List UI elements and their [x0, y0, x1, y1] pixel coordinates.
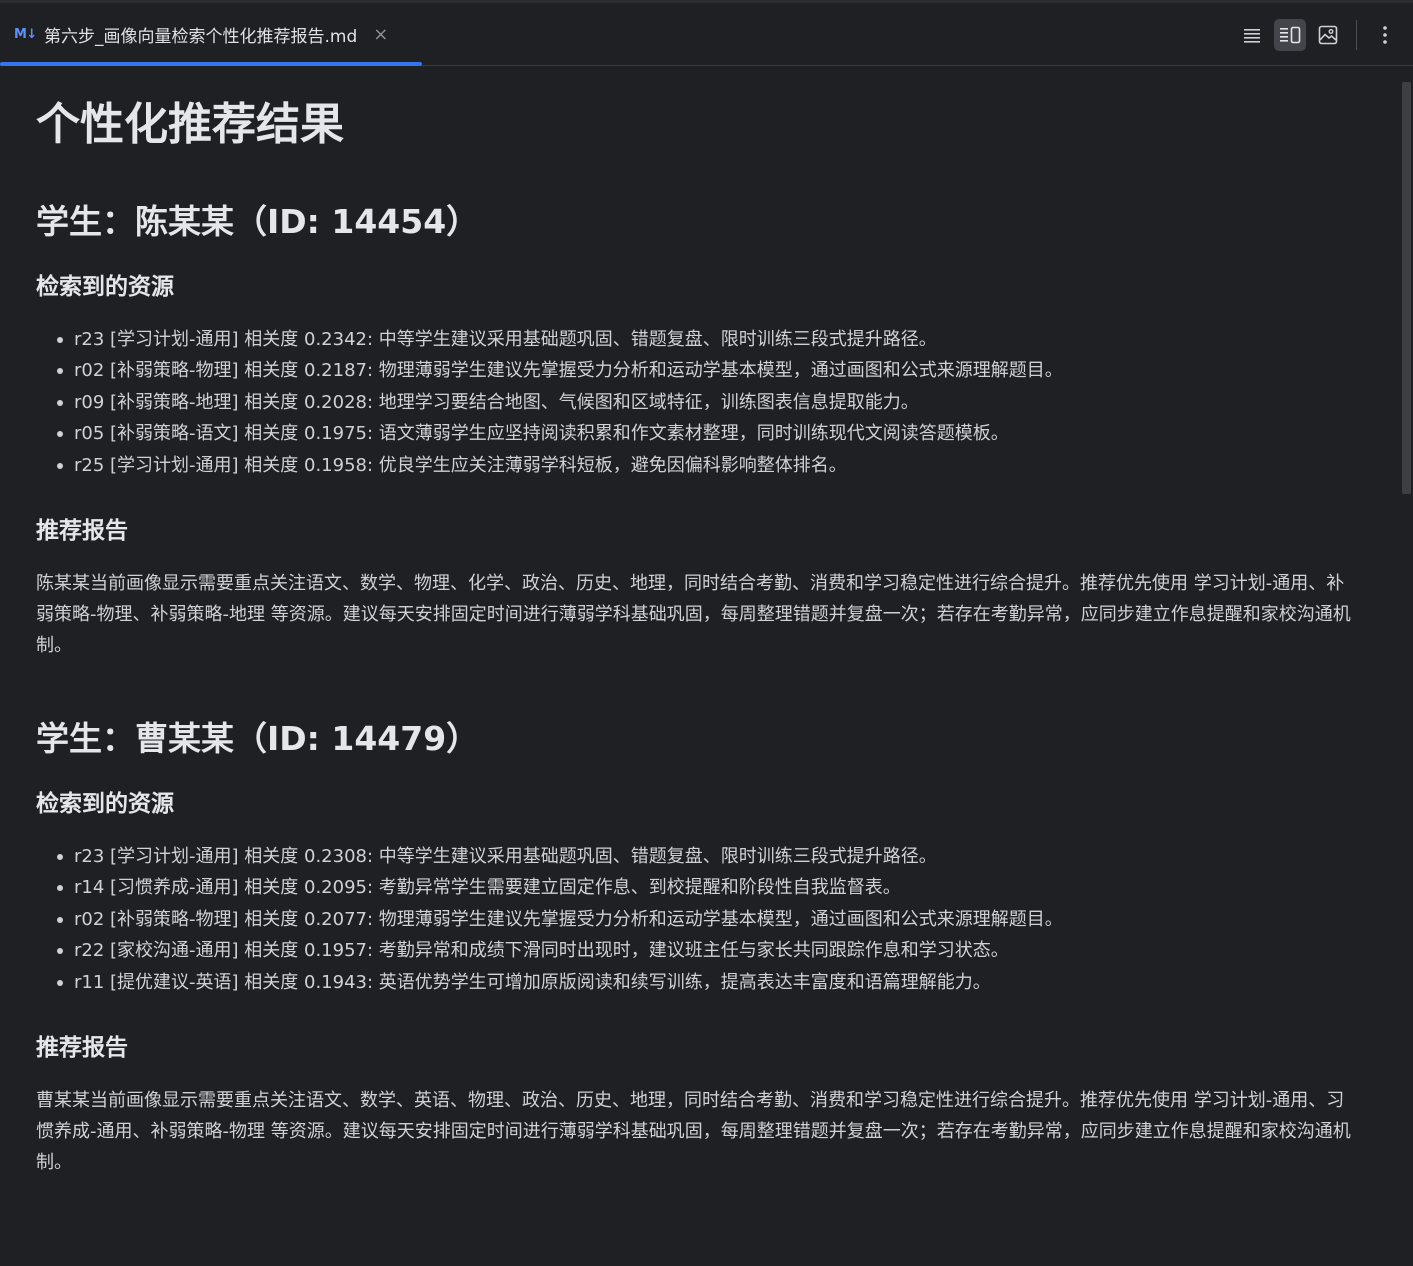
- tab-markdown-file[interactable]: M↓ 第六步_画像向量检索个性化推荐报告.md ×: [0, 3, 422, 66]
- list-item: r05 [补弱策略-语文] 相关度 0.1975: 语文薄弱学生应坚持阅读积累和…: [57, 418, 1356, 449]
- toolbar-divider: [1356, 20, 1357, 50]
- markdown-preview: 个性化推荐结果 学生：陈某某（ID: 14454） 检索到的资源 r23 [学习…: [36, 67, 1356, 1178]
- document-title: 个性化推荐结果: [36, 99, 344, 150]
- editor-tab-bar: M↓ 第六步_画像向量检索个性化推荐报告.md ×: [0, 0, 1413, 66]
- tab-title: 第六步_画像向量检索个性化推荐报告.md: [44, 27, 358, 47]
- list-item: r23 [学习计划-通用] 相关度 0.2308: 中等学生建议采用基础题巩固、…: [57, 841, 1356, 872]
- more-options-icon[interactable]: [1369, 19, 1401, 51]
- preview-only-icon[interactable]: [1312, 19, 1344, 51]
- report-paragraph: 陈某某当前画像显示需要重点关注语文、数学、物理、化学、政治、历史、地理，同时结合…: [36, 573, 1351, 657]
- close-icon[interactable]: ×: [373, 24, 388, 45]
- list-item: r25 [学习计划-通用] 相关度 0.1958: 优良学生应关注薄弱学科短板，…: [57, 450, 1356, 481]
- active-tab-indicator: [0, 62, 422, 66]
- report-paragraph: 曹某某当前画像显示需要重点关注语文、数学、英语、物理、政治、历史、地理，同时结合…: [36, 1090, 1351, 1174]
- list-item: r11 [提优建议-英语] 相关度 0.1943: 英语优势学生可增加原版阅读和…: [57, 967, 1356, 998]
- list-item: r14 [习惯养成-通用] 相关度 0.2095: 考勤异常学生需要建立固定作息…: [57, 872, 1356, 903]
- preview-toolbar: [1236, 18, 1401, 52]
- scrollbar-thumb[interactable]: [1402, 82, 1411, 494]
- list-item: r02 [补弱策略-物理] 相关度 0.2187: 物理薄弱学生建议先掌握受力分…: [57, 355, 1356, 386]
- resource-list: r23 [学习计划-通用] 相关度 0.2342: 中等学生建议采用基础题巩固、…: [36, 324, 1356, 481]
- report-heading: 推荐报告: [36, 518, 128, 545]
- report-heading: 推荐报告: [36, 1035, 128, 1062]
- list-item: r22 [家校沟通-通用] 相关度 0.1957: 考勤异常和成绩下滑同时出现时…: [57, 935, 1356, 966]
- markdown-file-icon: M↓: [14, 27, 37, 42]
- editor-only-icon[interactable]: [1236, 19, 1268, 51]
- list-item: r09 [补弱策略-地理] 相关度 0.2028: 地理学习要结合地图、气候图和…: [57, 387, 1356, 418]
- split-view-icon[interactable]: [1274, 19, 1306, 51]
- resources-heading: 检索到的资源: [36, 274, 174, 300]
- list-item: r23 [学习计划-通用] 相关度 0.2342: 中等学生建议采用基础题巩固、…: [57, 324, 1356, 355]
- resource-list: r23 [学习计划-通用] 相关度 0.2308: 中等学生建议采用基础题巩固、…: [36, 841, 1356, 998]
- student-heading: 学生：曹某某（ID: 14479）: [36, 719, 480, 759]
- student-heading: 学生：陈某某（ID: 14454）: [36, 202, 480, 241]
- list-item: r02 [补弱策略-物理] 相关度 0.2077: 物理薄弱学生建议先掌握受力分…: [57, 904, 1356, 935]
- resources-heading: 检索到的资源: [36, 791, 174, 818]
